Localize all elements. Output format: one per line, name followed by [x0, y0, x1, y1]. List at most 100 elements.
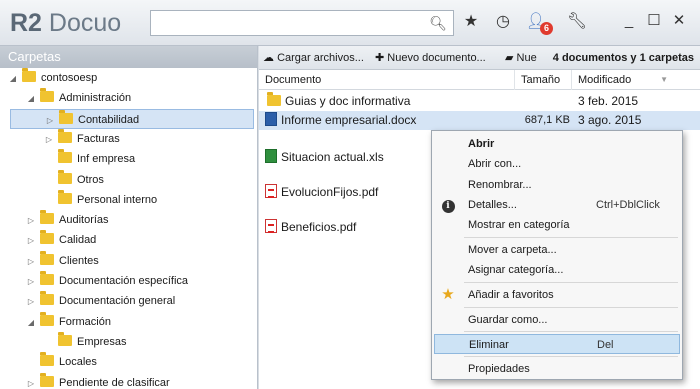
menu-details[interactable]: i Detalles... Ctrl+DblClick: [434, 195, 680, 215]
folder-node[interactable]: ▷ Contabilidad: [10, 108, 254, 131]
folder-icon: [267, 92, 281, 106]
folder-label: Documentación específica: [59, 275, 189, 287]
menu-move-folder[interactable]: Mover a carpeta...: [434, 240, 680, 260]
expand-arrow-icon[interactable]: ▷: [26, 272, 36, 292]
expand-arrow-icon[interactable]: ▷: [26, 231, 36, 251]
collapse-arrow-icon[interactable]: ◢: [26, 89, 36, 109]
column-name[interactable]: Documento: [259, 70, 515, 90]
expand-arrow-icon[interactable]: ▷: [26, 374, 36, 389]
folder-label: Personal interno: [77, 193, 158, 206]
menu-separator: [464, 307, 678, 308]
folder-icon: [40, 271, 54, 285]
folder-label: Calidad: [59, 234, 97, 247]
folder-label: contosoesp: [41, 72, 98, 84]
info-icon: i: [440, 197, 456, 213]
folder-node[interactable]: ◢ Formación: [0, 311, 258, 333]
search-icon[interactable]: 🔍︎: [429, 15, 447, 32]
search-input[interactable]: 🔍︎: [150, 10, 454, 36]
file-modified: 3 ago. 2015: [578, 113, 642, 127]
folder-node[interactable]: Locales: [0, 352, 258, 372]
clock-icon[interactable]: ◷: [492, 12, 514, 32]
folder-icon: [40, 88, 54, 103]
column-modified[interactable]: Modificado ▼: [572, 70, 690, 90]
folder-node[interactable]: ▷ Documentación general: [0, 291, 258, 311]
expand-arrow-icon[interactable]: ▷: [26, 211, 36, 231]
app-logo: R2 Docuo: [10, 9, 122, 37]
expand-arrow-icon[interactable]: ▷: [26, 252, 36, 272]
collapse-arrow-icon[interactable]: ◢: [8, 69, 18, 89]
menu-show-category[interactable]: Mostrar en categoría: [434, 215, 680, 235]
expand-arrow-icon[interactable]: ▷: [44, 130, 54, 150]
folder-node[interactable]: ◢ contosoesp: [0, 68, 258, 88]
file-row[interactable]: Informe empresarial.docx 687,1 KB 3 ago. 2…: [259, 111, 700, 130]
menu-open[interactable]: Abrir: [434, 134, 680, 154]
notification-badge: 6: [540, 22, 553, 35]
folder-label: Auditorías: [59, 214, 109, 227]
folder-node[interactable]: ◢ Administración: [0, 88, 258, 108]
context-menu: Abrir Abrir con... Renombrar... i Detall…: [431, 130, 683, 380]
documents-toolbar: ☁︎ Cargar archivos... ✚ Nuevo documento.…: [259, 46, 700, 70]
folder-node[interactable]: Empresas: [0, 331, 258, 352]
folder-label: Inf empresa: [77, 153, 136, 166]
menu-rename[interactable]: Renombrar...: [434, 175, 680, 195]
folder-node[interactable]: Personal interno: [0, 189, 258, 210]
folder-label: Facturas: [77, 132, 120, 145]
excel-file-icon: [265, 149, 277, 163]
folder-icon: [58, 169, 72, 184]
menu-separator: [464, 282, 678, 283]
user-folder-icon: [22, 68, 36, 82]
folder-icon: [40, 372, 54, 387]
folder-label: Contabilidad: [78, 113, 140, 126]
folder-icon: [58, 149, 72, 164]
collapse-arrow-icon[interactable]: ◢: [26, 313, 36, 333]
file-name: Informe empresarial.docx: [281, 113, 417, 127]
folder-label: Administración: [59, 92, 132, 105]
star-icon[interactable]: ★: [460, 12, 482, 32]
new-folder-button[interactable]: ▰ Nue: [505, 46, 537, 69]
folder-label: Empresas: [77, 335, 127, 348]
folder-node[interactable]: ▷ Auditorías: [0, 210, 258, 230]
folder-node[interactable]: ▷ Clientes: [0, 250, 258, 272]
folder-icon: [58, 189, 72, 204]
column-size[interactable]: Tamaño: [515, 70, 572, 90]
folder-node[interactable]: Inf empresa: [0, 149, 258, 169]
maximize-button[interactable]: ☐: [643, 10, 665, 32]
word-file-icon: [265, 112, 277, 126]
menu-separator: [464, 331, 678, 332]
minimize-button[interactable]: _: [618, 10, 640, 32]
wrench-icon[interactable]: 🔧︎: [566, 12, 588, 32]
folder-icon: [40, 311, 54, 326]
folder-icon: [58, 331, 72, 346]
folder-node[interactable]: ▷ Pendiente de clasificar: [0, 372, 258, 389]
menu-properties[interactable]: Propiedades: [434, 359, 680, 379]
upload-button[interactable]: ☁︎ Cargar archivos...: [263, 46, 364, 69]
menu-add-favorites[interactable]: ★ Añadir a favoritos: [434, 285, 680, 305]
folder-node[interactable]: ▷ Documentación específica: [0, 271, 258, 291]
folder-node[interactable]: ▷ Calidad: [0, 230, 258, 250]
column-header: Documento Tamaño Modificado ▼: [259, 70, 700, 90]
folder-node[interactable]: Otros: [0, 169, 258, 190]
file-size: 687,1 KB: [524, 114, 570, 126]
expand-arrow-icon[interactable]: ▷: [45, 111, 55, 131]
menu-delete[interactable]: Eliminar Del: [434, 334, 680, 354]
file-modified: 3 feb. 2015: [578, 94, 639, 108]
pdf-file-icon: [265, 184, 277, 198]
folder-label: Locales: [59, 356, 97, 369]
folders-pane: Carpetas ◢ contosoesp ◢ Administración ▷ Cont…: [0, 46, 258, 389]
menu-save-as[interactable]: Guardar como...: [434, 310, 680, 330]
file-row[interactable]: Guias y doc informativa 3 feb. 2015: [259, 92, 700, 111]
sort-arrow-icon: ▼: [660, 75, 668, 84]
expand-arrow-icon[interactable]: ▷: [26, 292, 36, 312]
folder-label: Formación: [59, 315, 111, 328]
star-icon: ★: [441, 286, 455, 303]
menu-separator: [464, 356, 678, 357]
menu-open-with[interactable]: Abrir con...: [434, 154, 680, 174]
close-button[interactable]: ✕: [668, 10, 690, 32]
folder-label: Pendiente de clasificar: [59, 376, 170, 389]
menu-separator: [464, 237, 678, 238]
file-name: EvolucionFijos.pdf: [281, 185, 379, 199]
folder-node[interactable]: ▷ Facturas: [0, 128, 258, 150]
folder-icon: [40, 230, 54, 245]
new-document-button[interactable]: ✚ Nuevo documento...: [375, 46, 486, 69]
menu-assign-category[interactable]: Asignar categoría...: [434, 260, 680, 280]
